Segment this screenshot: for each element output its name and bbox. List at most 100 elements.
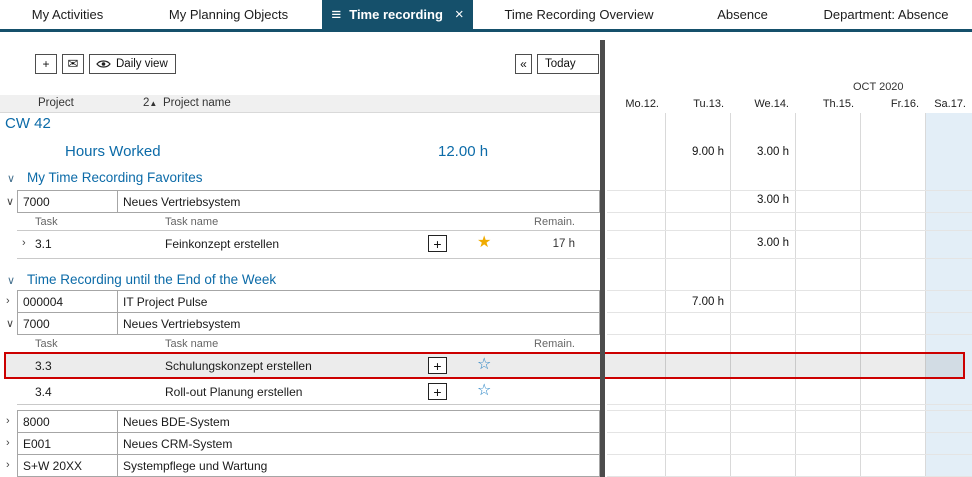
tab-department-absence[interactable]: Department: Absence [800, 0, 972, 29]
project-name-cell[interactable]: Neues Vertriebsystem [117, 190, 600, 213]
row-collapse-icon[interactable]: ∨ [6, 317, 14, 330]
hours-worked-total: 12.00 h [438, 143, 488, 160]
project-hours-tuesday: 7.00 h [666, 296, 724, 308]
tab-my-planning-objects[interactable]: My Planning Objects [135, 0, 322, 29]
section-title-week[interactable]: Time Recording until the End of the Week [27, 272, 276, 287]
grid-row-line [607, 334, 972, 335]
project-name-cell[interactable]: Neues CRM-System [117, 432, 600, 455]
add-time-entry-button[interactable]: + [428, 357, 447, 374]
grid-row-line [607, 190, 972, 191]
close-tab-icon[interactable]: × [455, 6, 464, 23]
day-header-sa: Sa.17. [907, 98, 966, 110]
tab-label: Time recording [349, 7, 443, 22]
section-collapse-icon[interactable]: ∨ [7, 274, 15, 287]
grid-row-line [607, 258, 972, 259]
column-header-task: Task [35, 338, 58, 350]
add-time-entry-button[interactable]: + [428, 235, 447, 252]
tab-time-recording[interactable]: ≡ Time recording × [322, 0, 473, 29]
mail-button[interactable]: ✉ [62, 54, 84, 74]
column-header-remain: Remain. [500, 216, 575, 228]
envelope-icon: ✉ [68, 56, 79, 72]
row-expand-icon[interactable]: › [6, 295, 10, 307]
project-id-cell[interactable]: 000004 [17, 290, 118, 313]
row-expand-icon[interactable]: › [6, 437, 10, 449]
grid-column-line [860, 113, 861, 477]
add-button[interactable]: + [35, 54, 57, 74]
tab-label: Time Recording Overview [504, 7, 653, 22]
add-time-entry-button[interactable]: + [428, 383, 447, 400]
grid-row-line [607, 290, 972, 291]
row-divider [17, 404, 601, 405]
tab-my-activities[interactable]: My Activities [0, 0, 135, 29]
project-hours-wednesday: 3.00 h [731, 194, 789, 206]
project-name-cell[interactable]: IT Project Pulse [117, 290, 600, 313]
project-id-cell[interactable]: 7000 [17, 312, 118, 335]
tab-absence[interactable]: Absence [685, 0, 800, 29]
task-expand-icon[interactable]: › [22, 237, 26, 249]
column-header-task-name: Task name [165, 338, 218, 350]
today-label: Today [545, 58, 576, 70]
day-header-mo: Mo.12. [600, 98, 659, 110]
project-name-cell[interactable]: Neues BDE-System [117, 410, 600, 433]
project-id-cell[interactable]: S+W 20XX [17, 454, 118, 477]
calendar-week-label: CW 42 [5, 115, 51, 132]
table-header: Project 2▲ Project name [0, 95, 600, 113]
plus-icon: + [433, 359, 441, 373]
month-label: OCT 2020 [853, 81, 904, 93]
day-header-th: Th.15. [795, 98, 854, 110]
view-mode-select[interactable]: Daily view [89, 54, 176, 74]
column-header-project-name[interactable]: Project name [163, 97, 231, 109]
task-remaining-hours: 17 h [517, 238, 575, 250]
sort-ascending-icon: ▲ [149, 99, 157, 108]
task-name[interactable]: Schulungskonzept erstellen [165, 359, 312, 373]
grid-row-line [607, 312, 972, 313]
project-name-cell[interactable]: Systempflege und Wartung [117, 454, 600, 477]
favorite-star-outline-icon[interactable]: ☆ [477, 383, 491, 399]
grid-column-line [730, 113, 731, 477]
chevrons-left-icon: « [520, 57, 527, 71]
previous-period-button[interactable]: « [515, 54, 532, 74]
pane-splitter[interactable] [600, 40, 605, 477]
section-title-favorites[interactable]: My Time Recording Favorites [27, 170, 203, 185]
column-header-task: Task [35, 216, 58, 228]
section-collapse-icon[interactable]: ∨ [7, 172, 15, 185]
row-divider [17, 258, 601, 259]
row-collapse-icon[interactable]: ∨ [6, 195, 14, 208]
favorite-star-icon[interactable]: ★ [477, 235, 491, 251]
favorite-star-outline-icon[interactable]: ☆ [477, 357, 491, 373]
project-id-cell[interactable]: 7000 [17, 190, 118, 213]
plus-icon: + [42, 57, 49, 71]
column-header-task-name: Task name [165, 216, 218, 228]
hamburger-menu-icon[interactable]: ≡ [331, 5, 341, 25]
grid-row-line [607, 230, 972, 231]
project-id-cell[interactable]: 8000 [17, 410, 118, 433]
sort-indicator: 2▲ [143, 97, 157, 109]
tab-time-recording-overview[interactable]: Time Recording Overview [473, 0, 685, 29]
grid-column-line [925, 113, 926, 477]
task-id[interactable]: 3.3 [35, 359, 52, 373]
grid-row-line [607, 212, 972, 213]
task-name[interactable]: Feinkonzept erstellen [165, 237, 279, 251]
row-expand-icon[interactable]: › [6, 459, 10, 471]
grid-row-line [607, 410, 972, 411]
column-header-remain: Remain. [500, 338, 575, 350]
task-id[interactable]: 3.1 [35, 237, 52, 251]
day-header-tu: Tu.13. [665, 98, 724, 110]
plus-icon: + [433, 385, 441, 399]
tab-label: My Planning Objects [169, 7, 288, 22]
tab-label: Department: Absence [823, 7, 948, 22]
task-id[interactable]: 3.4 [35, 385, 52, 399]
task-name[interactable]: Roll-out Planung erstellen [165, 385, 302, 399]
column-header-project[interactable]: Project [38, 97, 74, 109]
project-name-cell[interactable]: Neues Vertriebsystem [117, 312, 600, 335]
tab-label: My Activities [32, 7, 104, 22]
task-hours-wednesday: 3.00 h [731, 237, 789, 249]
project-id-cell[interactable]: E001 [17, 432, 118, 455]
eye-icon [96, 59, 111, 69]
grid-row-line [607, 432, 972, 433]
row-expand-icon[interactable]: › [6, 415, 10, 427]
grid-row-line [607, 454, 972, 455]
today-button[interactable]: Today [537, 54, 599, 74]
day-header-we: We.14. [730, 98, 789, 110]
weekend-column-highlight [925, 113, 972, 477]
